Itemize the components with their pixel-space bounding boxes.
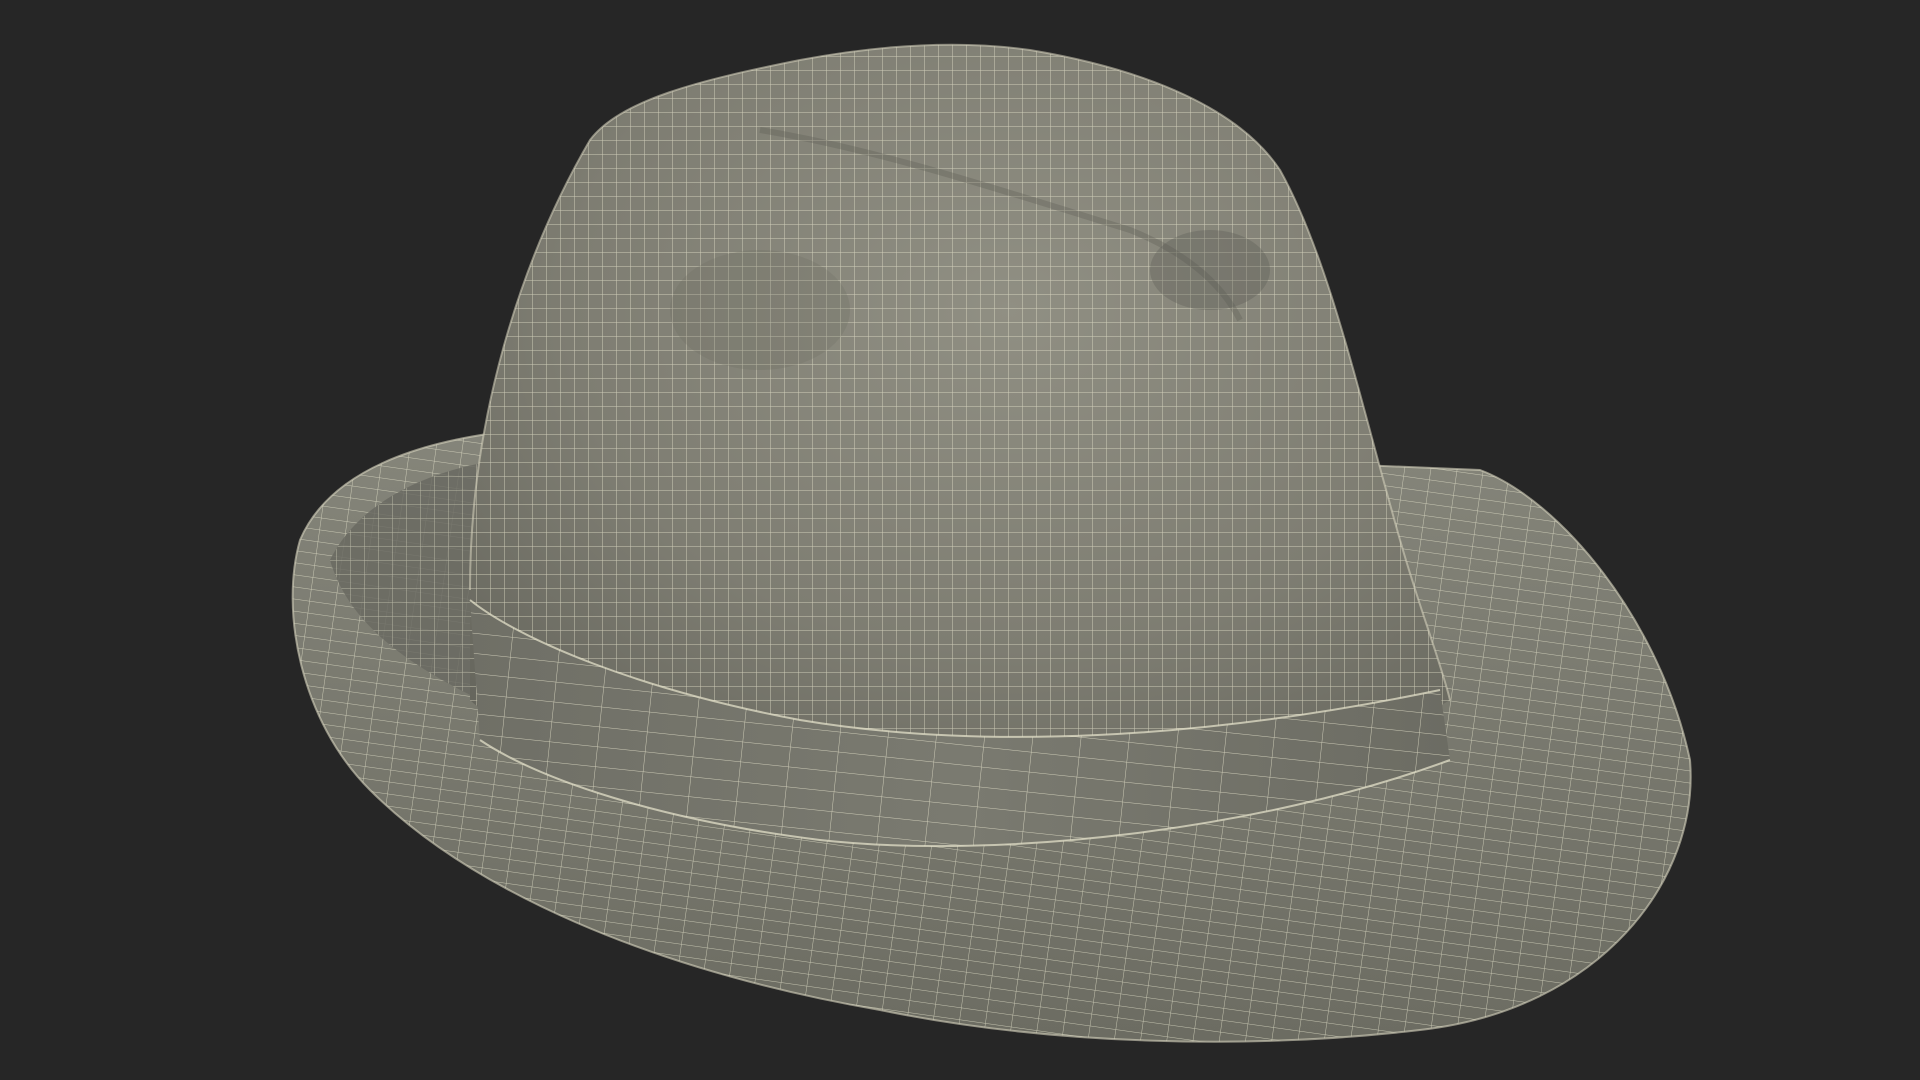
fedora-hat	[291, 43, 1692, 1043]
hat-crown-dent	[1150, 230, 1270, 310]
viewport	[291, 43, 1692, 1043]
